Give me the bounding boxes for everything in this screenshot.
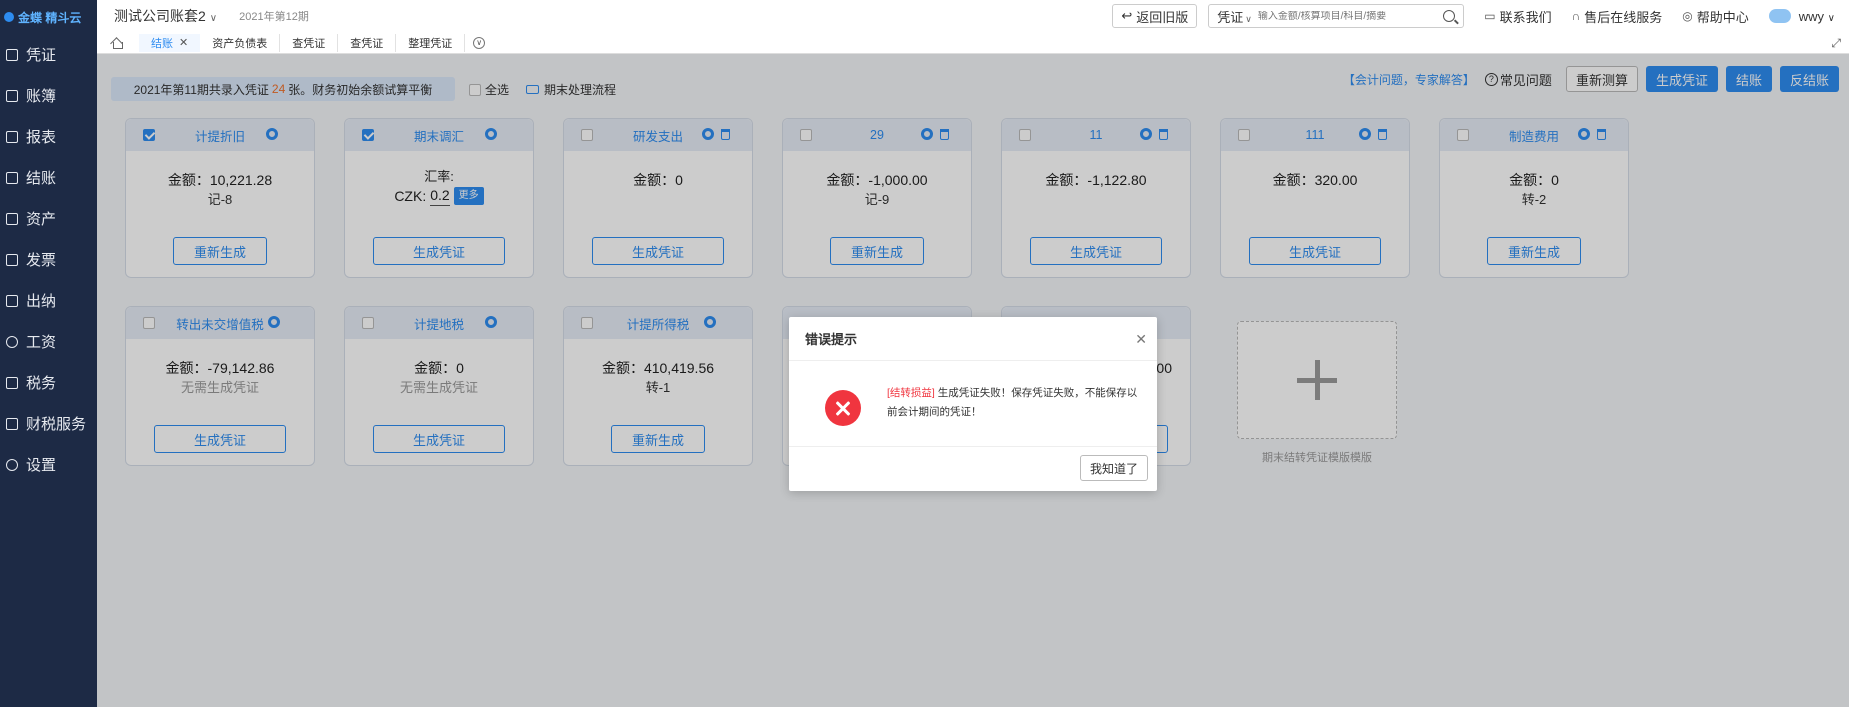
dialog-title: 错误提示	[805, 332, 858, 347]
tab-query-voucher[interactable]: 查凭证	[280, 33, 339, 52]
chevron-down-icon: ∨	[1245, 13, 1252, 24]
tab-bar: 结账 ✕ 资产负债表 查凭证 查凭证 整理凭证 ∨ ⤢	[97, 32, 1849, 54]
compass-icon: ◎	[1682, 9, 1693, 23]
service-icon	[6, 417, 18, 430]
message-icon: ▭	[1484, 9, 1496, 23]
user-menu[interactable]: wwy ∨	[1799, 9, 1835, 24]
tab-balance-sheet[interactable]: 资产负债表	[200, 33, 281, 52]
period-label: 2021年第12期	[239, 11, 309, 23]
sidebar-item-tax[interactable]: 税务	[0, 362, 97, 403]
sidebar-item-cashier[interactable]: 出纳	[0, 280, 97, 321]
cashier-icon	[6, 294, 18, 307]
tab-organize-voucher[interactable]: 整理凭证	[396, 33, 466, 52]
top-header: 测试公司账套2∨ 2021年第12期 ↩返回旧版 凭证∨ ▭联系我们 ∩售后在线…	[97, 0, 1849, 32]
app-logo[interactable]: 金蝶 精斗云	[0, 0, 97, 34]
settings-icon	[6, 458, 18, 471]
search-type-select[interactable]: 凭证 ∨	[1217, 7, 1252, 26]
avatar[interactable]	[1768, 9, 1791, 23]
sidebar-item-ledger[interactable]: 账簿	[0, 75, 97, 116]
online-service-link[interactable]: ∩ 售后在线服务	[1572, 7, 1663, 26]
help-center-link[interactable]: ◎ 帮助中心	[1682, 7, 1749, 26]
error-message: [结转损益] 生成凭证失败！保存凭证失败，不能保存以前会计期间的凭证！	[887, 387, 1138, 418]
chevron-down-icon[interactable]: ∨	[473, 36, 486, 49]
home-icon[interactable]	[111, 37, 123, 49]
acknowledge-button[interactable]: 我知道了	[1079, 455, 1148, 481]
tab-closing[interactable]: 结账 ✕	[139, 33, 201, 52]
voucher-icon	[6, 48, 18, 61]
sidebar-item-salary[interactable]: 工资	[0, 321, 97, 362]
chevron-down-icon: ∨	[1827, 12, 1835, 24]
error-icon	[825, 390, 861, 426]
chevron-down-icon: ∨	[209, 13, 218, 24]
salary-icon	[6, 335, 18, 348]
sidebar-item-asset[interactable]: 资产	[0, 198, 97, 239]
tax-icon	[6, 376, 18, 389]
sidebar-item-voucher[interactable]: 凭证	[0, 34, 97, 75]
close-icon[interactable]: ✕	[1135, 331, 1147, 348]
sidebar-item-service[interactable]: 财税服务	[0, 403, 97, 444]
logo-icon	[4, 12, 14, 22]
search-box: 凭证 ∨	[1208, 4, 1465, 28]
fullscreen-icon[interactable]: ⤢	[1831, 36, 1841, 51]
search-input[interactable]	[1257, 10, 1444, 22]
search-icon[interactable]	[1443, 10, 1456, 22]
sidebar: 金蝶 精斗云 凭证 账簿 报表 结账 资产 发票 出纳 工资 税务 财税服务 设…	[0, 0, 97, 707]
closing-icon	[6, 171, 18, 184]
sidebar-item-settings[interactable]: 设置	[0, 444, 97, 485]
error-dialog: 错误提示 ✕ [结转损益] 生成凭证失败！保存凭证失败，不能保存以前会计期间的凭证…	[789, 317, 1157, 491]
invoice-icon	[6, 253, 18, 266]
ledger-icon	[6, 89, 18, 102]
sidebar-item-closing[interactable]: 结账	[0, 157, 97, 198]
report-icon	[6, 130, 18, 143]
company-selector[interactable]: 测试公司账套2 ∨	[114, 6, 217, 26]
contact-link[interactable]: ▭ 联系我们	[1484, 7, 1551, 26]
old-version-button[interactable]: ↩ 返回旧版	[1112, 4, 1198, 28]
headset-icon: ∩	[1571, 9, 1581, 23]
tab-query-voucher-2[interactable]: 查凭证	[338, 33, 397, 52]
sidebar-item-report[interactable]: 报表	[0, 116, 97, 157]
sidebar-item-invoice[interactable]: 发票	[0, 239, 97, 280]
close-icon[interactable]: ✕	[179, 36, 188, 49]
asset-icon	[6, 212, 18, 225]
return-icon: ↩	[1121, 8, 1133, 23]
